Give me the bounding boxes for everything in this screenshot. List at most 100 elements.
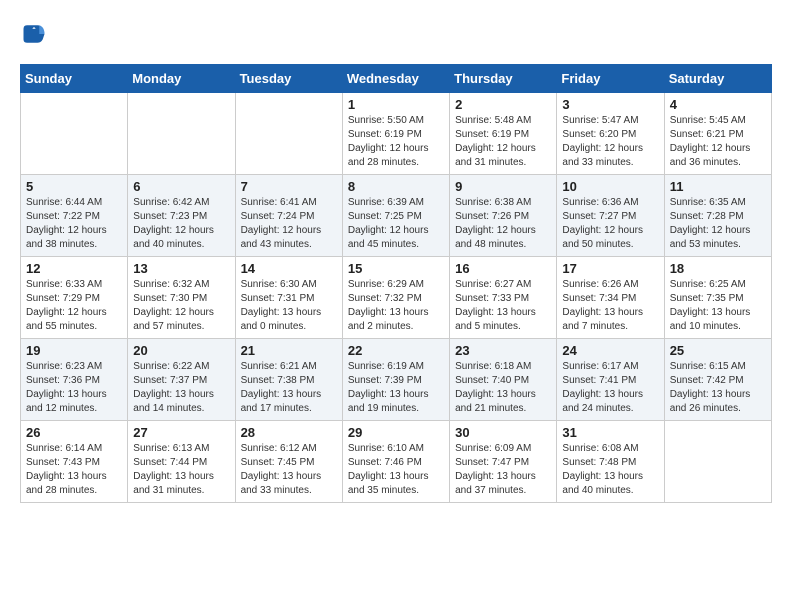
day-cell-16: 16 Sunrise: 6:27 AM Sunset: 7:33 PM Dayli…	[450, 257, 557, 339]
week-row-1: 1Sunrise: 5:50 AM Sunset: 6:19 PM Daylig…	[21, 93, 772, 175]
day-info: Sunrise: 6:36 AM Sunset: 7:27 PM Dayligh…	[562, 196, 658, 252]
day-number: 9	[455, 179, 551, 194]
day-cell-31: 31 Sunrise: 6:08 AM Sunset: 7:48 PM Dayli…	[557, 421, 664, 503]
week-row-5: 26 Sunrise: 6:14 AM Sunset: 7:43 PM Dayli…	[21, 421, 772, 503]
weekday-header-wednesday: Wednesday	[342, 65, 449, 93]
day-cell-9: 9 Sunrise: 6:38 AM Sunset: 7:26 PM Daylig…	[450, 175, 557, 257]
day-cell-28: 28 Sunrise: 6:12 AM Sunset: 7:45 PM Dayli…	[235, 421, 342, 503]
day-cell-2: 2 Sunrise: 5:48 AM Sunset: 6:19 PM Daylig…	[450, 93, 557, 175]
day-number: 26	[26, 425, 122, 440]
day-number: 6	[133, 179, 229, 194]
day-info: Sunrise: 6:35 AM Sunset: 7:28 PM Dayligh…	[670, 196, 766, 252]
day-cell-20: 20Sunrise: 6:22 AM Sunset: 7:37 PM Dayli…	[128, 339, 235, 421]
day-cell-25: 25 Sunrise: 6:15 AM Sunset: 7:42 PM Dayli…	[664, 339, 771, 421]
day-info: Sunrise: 6:18 AM Sunset: 7:40 PM Dayligh…	[455, 360, 551, 416]
day-number: 13	[133, 261, 229, 276]
day-number: 21	[241, 343, 337, 358]
day-number: 15	[348, 261, 444, 276]
day-info: Sunrise: 6:44 AM Sunset: 7:22 PM Dayligh…	[26, 196, 122, 252]
day-info: Sunrise: 5:50 AM Sunset: 6:19 PM Dayligh…	[348, 114, 444, 170]
day-info: Sunrise: 6:22 AM Sunset: 7:37 PM Dayligh…	[133, 360, 229, 416]
day-number: 3	[562, 97, 658, 112]
day-cell-11: 11 Sunrise: 6:35 AM Sunset: 7:28 PM Dayli…	[664, 175, 771, 257]
day-number: 11	[670, 179, 766, 194]
day-number: 17	[562, 261, 658, 276]
day-info: Sunrise: 6:25 AM Sunset: 7:35 PM Dayligh…	[670, 278, 766, 334]
day-number: 8	[348, 179, 444, 194]
day-cell-7: 7Sunrise: 6:41 AM Sunset: 7:24 PM Daylig…	[235, 175, 342, 257]
day-number: 16	[455, 261, 551, 276]
day-cell-27: 27 Sunrise: 6:13 AM Sunset: 7:44 PM Dayli…	[128, 421, 235, 503]
day-info: Sunrise: 6:42 AM Sunset: 7:23 PM Dayligh…	[133, 196, 229, 252]
week-row-2: 5Sunrise: 6:44 AM Sunset: 7:22 PM Daylig…	[21, 175, 772, 257]
day-cell-14: 14 Sunrise: 6:30 AM Sunset: 7:31 PM Dayli…	[235, 257, 342, 339]
day-info: Sunrise: 6:30 AM Sunset: 7:31 PM Dayligh…	[241, 278, 337, 334]
day-number: 27	[133, 425, 229, 440]
day-cell-1: 1Sunrise: 5:50 AM Sunset: 6:19 PM Daylig…	[342, 93, 449, 175]
weekday-header-thursday: Thursday	[450, 65, 557, 93]
day-number: 2	[455, 97, 551, 112]
day-info: Sunrise: 6:13 AM Sunset: 7:44 PM Dayligh…	[133, 442, 229, 498]
day-info: Sunrise: 6:19 AM Sunset: 7:39 PM Dayligh…	[348, 360, 444, 416]
day-info: Sunrise: 6:29 AM Sunset: 7:32 PM Dayligh…	[348, 278, 444, 334]
empty-cell	[664, 421, 771, 503]
day-info: Sunrise: 6:26 AM Sunset: 7:34 PM Dayligh…	[562, 278, 658, 334]
day-info: Sunrise: 5:47 AM Sunset: 6:20 PM Dayligh…	[562, 114, 658, 170]
day-cell-15: 15 Sunrise: 6:29 AM Sunset: 7:32 PM Dayli…	[342, 257, 449, 339]
weekday-header-saturday: Saturday	[664, 65, 771, 93]
day-info: Sunrise: 6:08 AM Sunset: 7:48 PM Dayligh…	[562, 442, 658, 498]
day-number: 7	[241, 179, 337, 194]
day-number: 19	[26, 343, 122, 358]
day-cell-18: 18Sunrise: 6:25 AM Sunset: 7:35 PM Dayli…	[664, 257, 771, 339]
day-info: Sunrise: 6:14 AM Sunset: 7:43 PM Dayligh…	[26, 442, 122, 498]
day-cell-23: 23 Sunrise: 6:18 AM Sunset: 7:40 PM Dayli…	[450, 339, 557, 421]
day-info: Sunrise: 5:45 AM Sunset: 6:21 PM Dayligh…	[670, 114, 766, 170]
day-number: 12	[26, 261, 122, 276]
day-cell-6: 6 Sunrise: 6:42 AM Sunset: 7:23 PM Daylig…	[128, 175, 235, 257]
day-number: 14	[241, 261, 337, 276]
empty-cell	[21, 93, 128, 175]
day-info: Sunrise: 6:32 AM Sunset: 7:30 PM Dayligh…	[133, 278, 229, 334]
day-cell-13: 13 Sunrise: 6:32 AM Sunset: 7:30 PM Dayli…	[128, 257, 235, 339]
day-number: 30	[455, 425, 551, 440]
day-info: Sunrise: 6:17 AM Sunset: 7:41 PM Dayligh…	[562, 360, 658, 416]
day-info: Sunrise: 6:21 AM Sunset: 7:38 PM Dayligh…	[241, 360, 337, 416]
logo-icon	[20, 20, 48, 48]
calendar-page: SundayMondayTuesdayWednesdayThursdayFrid…	[0, 0, 792, 513]
day-number: 10	[562, 179, 658, 194]
day-number: 4	[670, 97, 766, 112]
day-info: Sunrise: 6:10 AM Sunset: 7:46 PM Dayligh…	[348, 442, 444, 498]
day-info: Sunrise: 6:23 AM Sunset: 7:36 PM Dayligh…	[26, 360, 122, 416]
day-number: 31	[562, 425, 658, 440]
day-number: 28	[241, 425, 337, 440]
day-number: 23	[455, 343, 551, 358]
day-cell-4: 4 Sunrise: 5:45 AM Sunset: 6:21 PM Daylig…	[664, 93, 771, 175]
day-cell-17: 17 Sunrise: 6:26 AM Sunset: 7:34 PM Dayli…	[557, 257, 664, 339]
empty-cell	[235, 93, 342, 175]
day-number: 29	[348, 425, 444, 440]
day-info: Sunrise: 6:12 AM Sunset: 7:45 PM Dayligh…	[241, 442, 337, 498]
day-cell-12: 12 Sunrise: 6:33 AM Sunset: 7:29 PM Dayli…	[21, 257, 128, 339]
week-row-4: 19 Sunrise: 6:23 AM Sunset: 7:36 PM Dayli…	[21, 339, 772, 421]
logo	[20, 20, 52, 48]
week-row-3: 12 Sunrise: 6:33 AM Sunset: 7:29 PM Dayli…	[21, 257, 772, 339]
calendar-table: SundayMondayTuesdayWednesdayThursdayFrid…	[20, 64, 772, 503]
day-cell-3: 3 Sunrise: 5:47 AM Sunset: 6:20 PM Daylig…	[557, 93, 664, 175]
day-info: Sunrise: 6:27 AM Sunset: 7:33 PM Dayligh…	[455, 278, 551, 334]
weekday-header-friday: Friday	[557, 65, 664, 93]
day-info: Sunrise: 6:09 AM Sunset: 7:47 PM Dayligh…	[455, 442, 551, 498]
weekday-header-tuesday: Tuesday	[235, 65, 342, 93]
weekday-header-sunday: Sunday	[21, 65, 128, 93]
day-info: Sunrise: 5:48 AM Sunset: 6:19 PM Dayligh…	[455, 114, 551, 170]
day-cell-30: 30 Sunrise: 6:09 AM Sunset: 7:47 PM Dayli…	[450, 421, 557, 503]
day-info: Sunrise: 6:33 AM Sunset: 7:29 PM Dayligh…	[26, 278, 122, 334]
day-info: Sunrise: 6:15 AM Sunset: 7:42 PM Dayligh…	[670, 360, 766, 416]
day-number: 25	[670, 343, 766, 358]
day-cell-10: 10 Sunrise: 6:36 AM Sunset: 7:27 PM Dayli…	[557, 175, 664, 257]
day-number: 24	[562, 343, 658, 358]
weekday-header-row: SundayMondayTuesdayWednesdayThursdayFrid…	[21, 65, 772, 93]
day-info: Sunrise: 6:38 AM Sunset: 7:26 PM Dayligh…	[455, 196, 551, 252]
day-cell-29: 29 Sunrise: 6:10 AM Sunset: 7:46 PM Dayli…	[342, 421, 449, 503]
empty-cell	[128, 93, 235, 175]
day-info: Sunrise: 6:39 AM Sunset: 7:25 PM Dayligh…	[348, 196, 444, 252]
